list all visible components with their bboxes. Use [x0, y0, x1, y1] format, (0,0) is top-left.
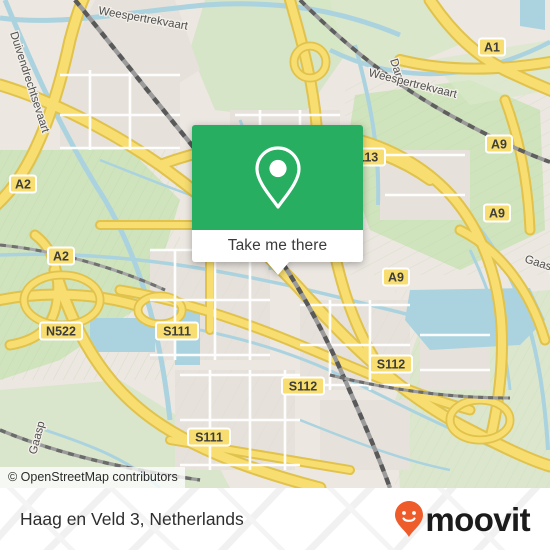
- route-shield: A9: [382, 267, 410, 287]
- route-shield-label: S111: [163, 324, 191, 338]
- address-label: Haag en Veld 3, Netherlands: [20, 508, 244, 529]
- popup-pointer-tail: [266, 262, 289, 275]
- map-pin-icon: [254, 145, 301, 209]
- osm-attribution[interactable]: © OpenStreetMap contributors: [0, 467, 185, 488]
- popup-action-area[interactable]: Take me there: [192, 230, 363, 275]
- route-shield: S112: [369, 354, 413, 374]
- moovit-pin-icon: [395, 501, 424, 537]
- route-shield-label: A9: [489, 206, 505, 220]
- moovit-map-screen: Weespertrekvaart Duivendrechtsevaart Dam We…: [0, 0, 550, 550]
- route-shield: A2: [9, 174, 37, 194]
- route-shield-label: S112: [377, 357, 406, 371]
- route-shield-label: A2: [15, 177, 31, 191]
- route-shield-label: S112: [289, 379, 318, 393]
- route-shield-label: S111: [195, 430, 223, 444]
- moovit-logo[interactable]: moovit: [394, 500, 531, 538]
- route-shield-label: A9: [388, 270, 404, 284]
- route-shield: N522: [39, 321, 83, 341]
- route-shield: S111: [155, 321, 199, 341]
- route-shield: S112: [281, 376, 325, 396]
- route-shield: A9: [485, 134, 513, 154]
- route-shield-label: N522: [46, 324, 76, 338]
- route-shield: A2: [47, 246, 75, 266]
- route-shield-label: A1: [484, 40, 500, 54]
- footer-bar: Haag en Veld 3, Netherlands moovit: [0, 488, 550, 550]
- route-shield: A1: [478, 37, 506, 57]
- moovit-wordmark: moovit: [425, 500, 530, 538]
- take-me-there-label[interactable]: Take me there: [228, 237, 328, 255]
- place-popup-card[interactable]: Take me there: [192, 125, 363, 275]
- map-view[interactable]: Weespertrekvaart Duivendrechtsevaart Dam We…: [0, 0, 550, 488]
- route-shield: S111: [187, 427, 231, 447]
- route-shield: A9: [483, 203, 511, 223]
- route-shield-label: A2: [53, 249, 69, 263]
- popup-image-area: [192, 125, 363, 230]
- route-shield-label: A9: [491, 137, 507, 151]
